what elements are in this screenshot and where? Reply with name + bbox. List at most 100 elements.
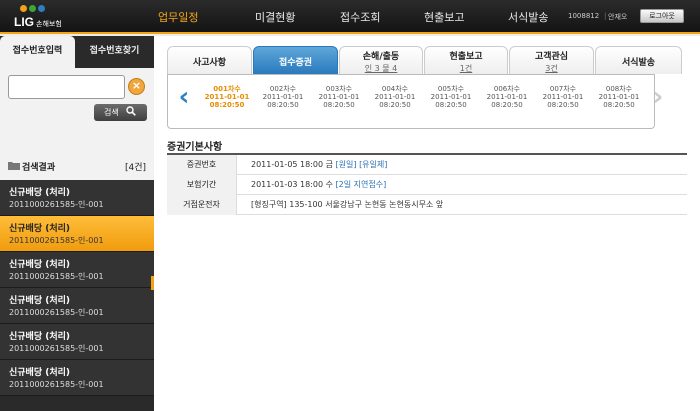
nav-pending[interactable]: 미결현황: [255, 9, 295, 25]
row-value-text: [형징구역] 135-100 서울강남구 논현동 논현동시무소 앞: [251, 200, 444, 209]
nav-schedule[interactable]: 업무일정: [158, 9, 198, 25]
logout-button[interactable]: 로그아웃: [640, 9, 684, 23]
sequence-item[interactable]: 002차수 2011-01-01 08:20:50: [257, 85, 309, 109]
sequence-item[interactable]: 004차수 2011-01-01 08:20:50: [369, 85, 421, 109]
user-name: 안재오: [608, 13, 628, 21]
result-item-number: 2011000261585-인-001: [9, 344, 104, 353]
row-value: [형징구역] 135-100 서울강남구 논현동 논현동시무소 앞: [251, 195, 443, 215]
policy-info-table: 증권번호 2011-01-05 18:00 금 [원일] [유일제] 보험기간 …: [167, 153, 687, 215]
search-button[interactable]: 검색: [94, 104, 147, 121]
result-item[interactable]: 신규배당 (처리) 2011000261585-인-001: [0, 324, 154, 360]
nav-report[interactable]: 현출보고: [424, 9, 464, 25]
logo-dot-green: [29, 5, 36, 12]
row-label: 보험기간: [167, 175, 237, 195]
tab-label: 접수증권: [278, 58, 313, 68]
tab-label: 현출보고: [449, 52, 483, 62]
logo-text: LIG: [14, 15, 34, 29]
sequence-label: 003차수: [325, 85, 353, 93]
result-item-number: 2011000261585-인-001: [9, 236, 104, 245]
row-label: 거점운전자: [167, 195, 237, 215]
clear-icon[interactable]: ×: [128, 78, 145, 95]
tab-label: 서식발송: [621, 58, 656, 68]
row-link[interactable]: [유일제]: [359, 160, 387, 169]
row-value-text: 2011-01-03 18:00 수: [251, 180, 333, 189]
tab-receipt-find[interactable]: 접수번호찾기: [75, 36, 154, 68]
sequence-time: 08:20:50: [323, 101, 355, 109]
sequence-date: 2011-01-01: [374, 93, 416, 101]
result-item-title: 신규배당 (처리): [9, 260, 71, 270]
result-item-title: 신규배당 (처리): [9, 188, 71, 198]
search-button-label: 검색: [104, 108, 119, 117]
result-list: 신규배당 (처리) 2011000261585-인-001 신규배당 (처리) …: [0, 180, 157, 396]
sequence-label: 002차수: [269, 85, 297, 93]
table-row: 거점운전자 [형징구역] 135-100 서울강남구 논현동 논현동시무소 앞: [167, 195, 687, 215]
table-row: 보험기간 2011-01-03 18:00 수 [2일 지연접수]: [167, 175, 687, 195]
nav-form-send[interactable]: 서식발송: [508, 9, 548, 25]
sequence-item[interactable]: 007차수 2011-01-01 08:20:50: [537, 85, 589, 109]
tab-policy[interactable]: 접수증권: [253, 46, 338, 74]
tab-accident[interactable]: 사고사항: [167, 46, 252, 74]
sequence-item-selected[interactable]: 001차수 2011-01-01 08:20:50: [201, 85, 253, 109]
sequence-item[interactable]: 006차수 2011-01-01 08:20:50: [481, 85, 533, 109]
sequence-date: 2011-01-01: [262, 93, 304, 101]
nav-inquiry[interactable]: 접수조회: [340, 9, 380, 25]
tab-count: 1건: [459, 64, 473, 73]
tab-receipt-input[interactable]: 접수번호입력: [0, 36, 75, 68]
sequence-item[interactable]: 003차수 2011-01-01 08:20:50: [313, 85, 365, 109]
result-item-number: 2011000261585-인-001: [9, 308, 104, 317]
sequence-time: 08:20:50: [209, 101, 245, 109]
folder-icon: [8, 162, 20, 170]
row-value: 2011-01-03 18:00 수 [2일 지연접수]: [251, 175, 386, 195]
result-item-title: 신규배당 (처리): [9, 332, 71, 342]
tab-field-report[interactable]: 현출보고 1건: [424, 46, 508, 74]
sequence-label: 008차수: [605, 85, 633, 93]
tab-label: 사고사항: [192, 58, 227, 68]
result-item[interactable]: 신규배당 (처리) 2011000261585-인-001: [0, 180, 154, 216]
chevron-left-icon[interactable]: ‹: [174, 83, 194, 113]
user-separator: |: [604, 12, 607, 20]
result-item-title: 신규배당 (처리): [9, 368, 71, 378]
tab-damage[interactable]: 손해/출동인 3 물 4: [339, 46, 423, 74]
sequence-label: 004차수: [381, 85, 409, 93]
sequence-label: 001차수: [213, 85, 241, 93]
result-item-title: 신규배당 (처리): [9, 296, 71, 306]
sidebar: 접수번호입력 접수번호찾기 × 검색 검색결과 [4건] 신규배당 (처리) 2…: [0, 36, 157, 411]
tab-label: 고객관심: [534, 52, 569, 62]
tab-customer-interest[interactable]: 고객관심 3건: [509, 46, 594, 74]
logo-dot-blue: [38, 5, 45, 12]
sequence-time: 08:20:50: [547, 101, 579, 109]
result-item-selected[interactable]: 신규배당 (처리) 2011000261585-인-001: [0, 216, 157, 252]
search-result-count: [4건]: [124, 163, 146, 173]
result-item[interactable]: 신규배당 (처리) 2011000261585-인-001: [0, 360, 154, 396]
lig-logo[interactable]: LIG 손해보험: [14, 4, 62, 30]
search-panel: × 검색 검색결과 [4건]: [0, 68, 154, 180]
sequence-time: 08:20:50: [267, 101, 299, 109]
row-link[interactable]: [2일 지연접수]: [336, 180, 387, 189]
logo-dot-orange: [20, 5, 27, 12]
sequence-carousel: ‹ 001차수 2011-01-01 08:20:50 002차수 2011-0…: [167, 74, 663, 129]
search-result-label: 검색결과: [22, 163, 56, 173]
logo-dots: [20, 4, 50, 12]
receipt-number-input[interactable]: [8, 75, 125, 99]
result-item-number: 2011000261585-인-001: [9, 272, 104, 281]
sequence-time: 08:20:50: [603, 101, 635, 109]
tab-label: 손해/출동: [362, 52, 400, 62]
sequence-item[interactable]: 005차수 2011-01-01 08:20:50: [425, 85, 477, 109]
sequence-label: 006차수: [493, 85, 521, 93]
sequence-item[interactable]: 008차수 2011-01-01 08:20:50: [593, 85, 645, 109]
search-icon: [126, 106, 136, 116]
detail-tabs: 사고사항 접수증권 손해/출동인 3 물 4 현출보고 1건 고객관심 3건 서식발…: [167, 46, 687, 74]
top-bar: LIG 손해보험 업무일정 미결현황 접수조회 현출보고 서식발송 1008812…: [0, 0, 700, 34]
chevron-right-icon[interactable]: ›: [648, 83, 668, 113]
result-item-number: 2011000261585-인-001: [9, 200, 104, 209]
result-item[interactable]: 신규배당 (처리) 2011000261585-인-001: [0, 252, 154, 288]
tab-count: 인 3 물 4: [364, 64, 398, 73]
row-link[interactable]: [원일]: [336, 160, 357, 169]
tab-form-send[interactable]: 서식발송: [595, 46, 682, 74]
logo-wordmark: LIG 손해보험: [14, 15, 62, 29]
sequence-date: 2011-01-01: [318, 93, 360, 101]
logo-subtext: 손해보험: [36, 21, 62, 28]
result-item[interactable]: 신규배당 (처리) 2011000261585-인-001: [0, 288, 154, 324]
result-item-title: 신규배당 (처리): [9, 224, 71, 234]
row-value: 2011-01-05 18:00 금 [원일] [유일제]: [251, 155, 387, 175]
